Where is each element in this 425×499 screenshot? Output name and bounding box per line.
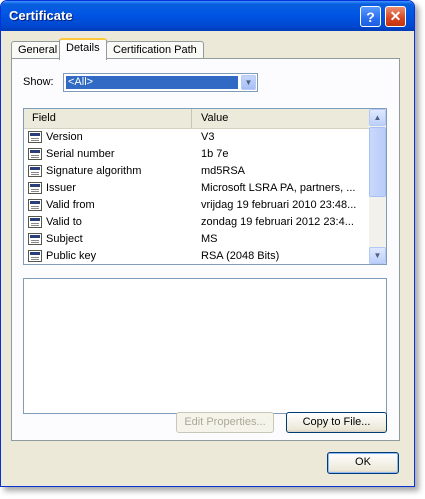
title-bar[interactable]: Certificate ? ✕ bbox=[1, 1, 414, 31]
certificate-field-icon bbox=[28, 165, 42, 177]
certificate-field-icon bbox=[28, 250, 42, 262]
certificate-field-icon bbox=[28, 199, 42, 211]
field-name: Public key bbox=[46, 250, 97, 262]
list-item[interactable]: Version V3 bbox=[24, 129, 369, 146]
close-icon: ✕ bbox=[389, 8, 402, 24]
close-button[interactable]: ✕ bbox=[385, 6, 406, 27]
certificate-dialog: Certificate ? ✕ General Details Certific… bbox=[0, 0, 415, 487]
scroll-down-arrow-icon[interactable]: ▼ bbox=[369, 247, 386, 264]
field-value: zondag 19 februari 2012 23:4... bbox=[201, 216, 354, 228]
copy-to-file-button[interactable]: Copy to File... bbox=[286, 412, 387, 433]
field-value: MS bbox=[201, 233, 218, 245]
chevron-down-icon[interactable]: ▼ bbox=[241, 75, 256, 90]
field-name: Serial number bbox=[46, 148, 115, 160]
field-name: Valid to bbox=[46, 216, 82, 228]
column-header-field[interactable]: Field bbox=[24, 109, 192, 128]
show-dropdown[interactable]: <All> ▼ bbox=[63, 73, 258, 92]
field-detail-textbox[interactable] bbox=[23, 278, 387, 414]
show-dropdown-value: <All> bbox=[66, 76, 238, 89]
certificate-field-icon bbox=[28, 182, 42, 194]
field-value: md5RSA bbox=[201, 165, 246, 177]
details-panel: Show: <All> ▼ Field Value Version V3 Ser… bbox=[11, 58, 400, 441]
column-header-value[interactable]: Value bbox=[193, 109, 369, 128]
field-value: 1b 7e bbox=[201, 148, 229, 160]
fields-list[interactable]: Field Value Version V3 Serial number 1b … bbox=[23, 108, 387, 265]
field-value: Microsoft LSRA PA, partners, ... bbox=[201, 182, 356, 194]
help-button[interactable]: ? bbox=[360, 6, 381, 27]
vertical-scrollbar[interactable]: ▲ ▼ bbox=[369, 109, 386, 264]
list-item[interactable]: Subject MS bbox=[24, 231, 369, 248]
field-value: RSA (2048 Bits) bbox=[201, 250, 280, 262]
scroll-up-arrow-icon[interactable]: ▲ bbox=[369, 109, 386, 126]
certificate-field-icon bbox=[28, 233, 42, 245]
tab-certification-path[interactable]: Certification Path bbox=[106, 41, 204, 59]
window-title: Certificate bbox=[9, 8, 73, 23]
edit-properties-button[interactable]: Edit Properties... bbox=[176, 412, 274, 433]
list-item[interactable]: Valid to zondag 19 februari 2012 23:4... bbox=[24, 214, 369, 231]
help-icon: ? bbox=[366, 8, 375, 25]
list-rows: Version V3 Serial number 1b 7e Signature… bbox=[24, 129, 369, 264]
field-value: V3 bbox=[201, 131, 215, 143]
field-name: Signature algorithm bbox=[46, 165, 142, 177]
list-item[interactable]: Issuer Microsoft LSRA PA, partners, ... bbox=[24, 180, 369, 197]
show-label: Show: bbox=[23, 76, 54, 88]
list-item[interactable]: Valid from vrijdag 19 februari 2010 23:4… bbox=[24, 197, 369, 214]
certificate-field-icon bbox=[28, 131, 42, 143]
scroll-thumb[interactable] bbox=[369, 127, 386, 197]
field-name: Valid from bbox=[46, 199, 95, 211]
field-value: vrijdag 19 februari 2010 23:48... bbox=[201, 199, 357, 211]
ok-button[interactable]: OK bbox=[327, 452, 399, 474]
tab-general[interactable]: General bbox=[11, 41, 65, 59]
list-item[interactable]: Public key RSA (2048 Bits) bbox=[24, 248, 369, 264]
list-header: Field Value bbox=[24, 109, 369, 129]
field-name: Version bbox=[46, 131, 83, 143]
list-item[interactable]: Serial number 1b 7e bbox=[24, 146, 369, 163]
list-item[interactable]: Signature algorithm md5RSA bbox=[24, 163, 369, 180]
certificate-field-icon bbox=[28, 148, 42, 160]
field-name: Issuer bbox=[46, 182, 76, 194]
certificate-field-icon bbox=[28, 216, 42, 228]
field-name: Subject bbox=[46, 233, 83, 245]
tab-details[interactable]: Details bbox=[59, 38, 107, 60]
